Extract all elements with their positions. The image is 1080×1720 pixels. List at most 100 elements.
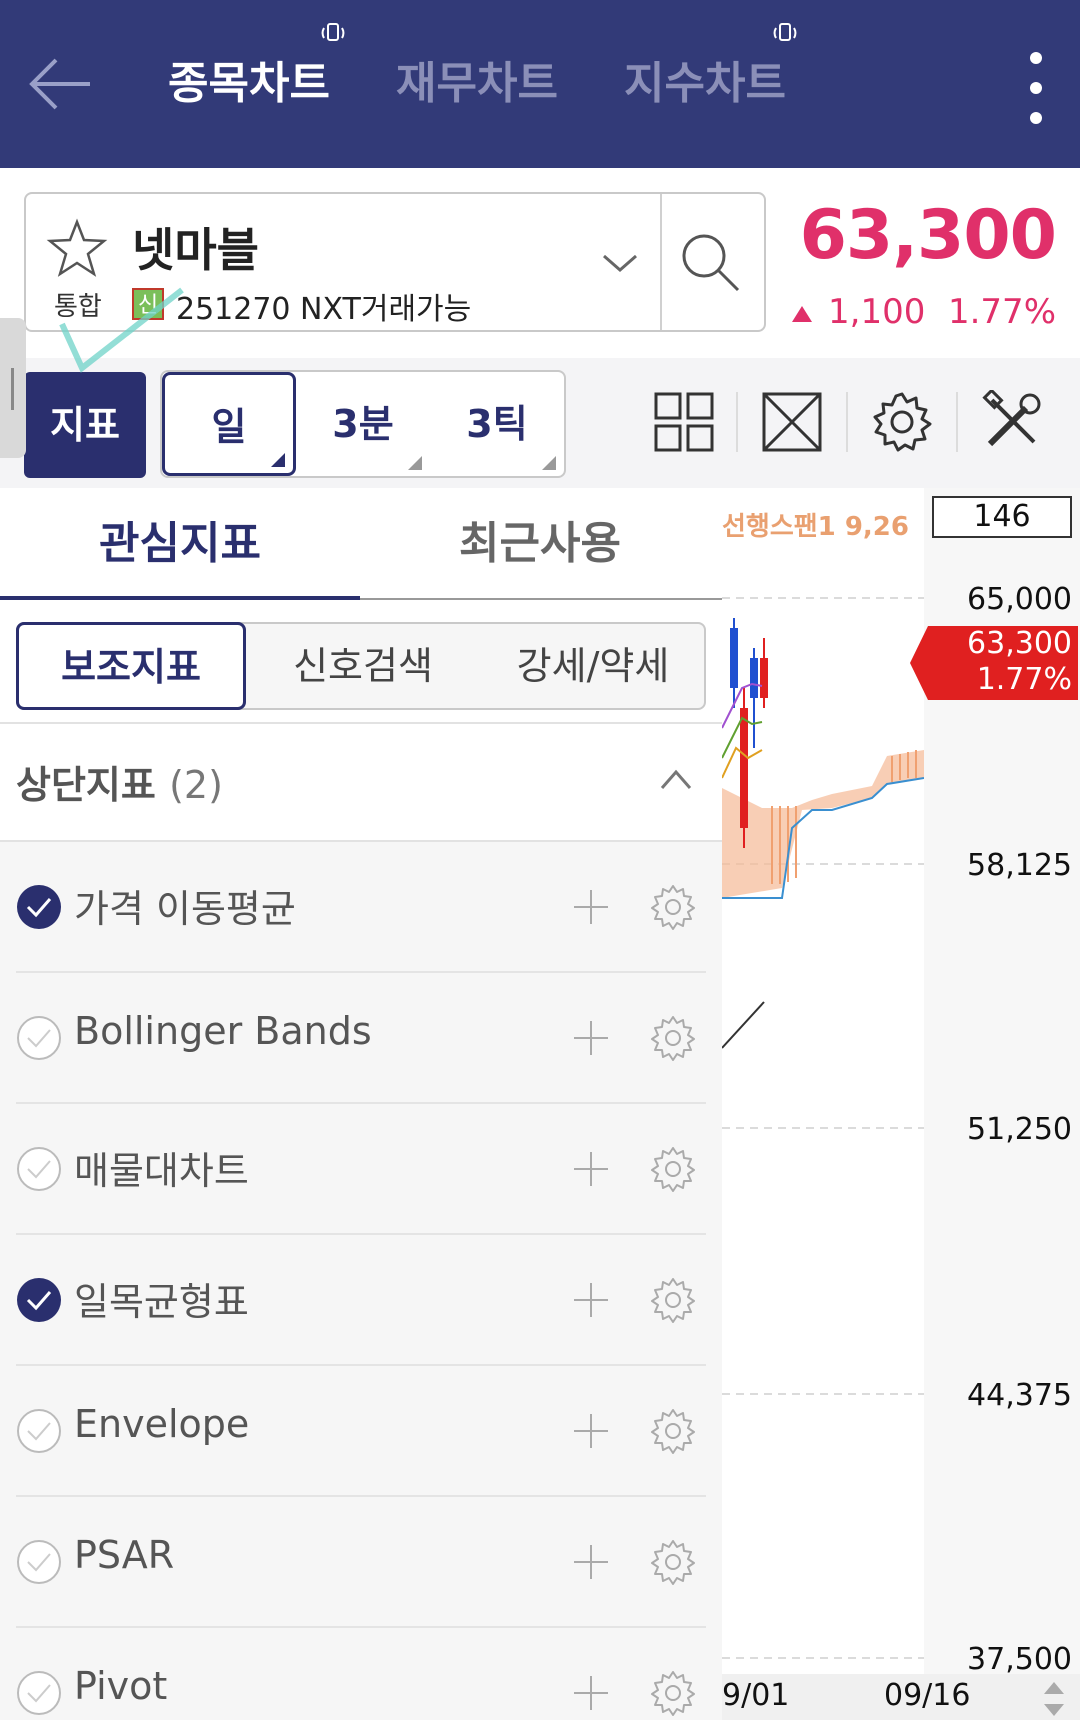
up-triangle-icon xyxy=(792,306,812,322)
unchecked-circle-icon[interactable] xyxy=(16,1408,62,1454)
scroll-arrows-icon[interactable] xyxy=(1040,1680,1068,1718)
plus-icon[interactable] xyxy=(572,1412,610,1450)
back-button[interactable] xyxy=(26,52,96,116)
plus-icon[interactable] xyxy=(572,1019,610,1057)
period-3tick-label: 3틱 xyxy=(466,402,528,446)
chevron-up-icon[interactable] xyxy=(656,764,696,794)
current-price-tag: 63,300 1.77% xyxy=(910,626,1078,700)
indicator-label: 가격 이동평균 xyxy=(74,887,296,931)
date-axis: 9/01 09/16 xyxy=(722,1674,1080,1720)
indicator-row[interactable]: Pivot xyxy=(16,1628,706,1720)
indicator-label: Pivot xyxy=(74,1664,168,1708)
indicator-row[interactable]: Bollinger Bands xyxy=(16,973,706,1104)
settings-icon[interactable] xyxy=(870,390,934,454)
checked-circle-icon[interactable] xyxy=(16,884,62,930)
unchecked-circle-icon[interactable] xyxy=(16,1539,62,1585)
more-dot-icon xyxy=(1030,82,1042,94)
plus-icon[interactable] xyxy=(572,1281,610,1319)
price-axis-label: 44,375 xyxy=(967,1378,1072,1413)
vibration-sync-icon xyxy=(773,23,797,41)
gear-icon[interactable] xyxy=(650,1670,696,1716)
current-price-tag-percent: 1.77% xyxy=(976,662,1072,697)
period-day-label: 일 xyxy=(211,405,247,449)
indicator-label: Bollinger Bands xyxy=(74,1009,372,1053)
gear-icon[interactable] xyxy=(650,1015,696,1061)
price-axis-label: 51,250 xyxy=(967,1112,1072,1147)
date-axis-label: 09/16 xyxy=(884,1678,971,1713)
divider xyxy=(660,194,662,330)
gear-icon[interactable] xyxy=(650,1277,696,1323)
indicator-row[interactable]: Envelope xyxy=(16,1366,706,1497)
gear-icon[interactable] xyxy=(650,1146,696,1192)
corner-indicator-icon xyxy=(542,456,556,470)
indicator-label: Envelope xyxy=(74,1402,250,1446)
more-dot-icon xyxy=(1030,112,1042,124)
indicator-row[interactable]: 가격 이동평균 xyxy=(16,842,706,973)
category-segment-wrap: 보조지표 신호검색 강세/약세 xyxy=(0,600,722,724)
section-title: 상단지표 (2) xyxy=(16,754,223,809)
trend-line[interactable] xyxy=(722,1001,765,1049)
segment-strength-weakness[interactable]: 강세/약세 xyxy=(478,624,708,708)
plus-icon[interactable] xyxy=(572,888,610,926)
tools-icon[interactable] xyxy=(980,390,1044,454)
tab-index-chart[interactable]: 지수차트 xyxy=(624,56,786,112)
unchecked-circle-icon[interactable] xyxy=(16,1670,62,1716)
gear-icon[interactable] xyxy=(650,884,696,930)
plus-icon[interactable] xyxy=(572,1674,610,1712)
price-chart-canvas[interactable] xyxy=(722,488,924,1720)
grid-layout-icon[interactable] xyxy=(652,390,716,454)
toolbar-divider xyxy=(956,392,958,452)
section-count: (2) xyxy=(169,763,223,807)
ichimoku-cloud xyxy=(722,750,924,898)
segment-auxiliary-indicators[interactable]: 보조지표 xyxy=(16,622,246,710)
tab-recently-used[interactable]: 최근사용 xyxy=(360,488,720,600)
category-segment: 보조지표 신호검색 강세/약세 xyxy=(16,622,706,710)
toolbar-divider xyxy=(736,392,738,452)
drawer-handle[interactable] xyxy=(0,318,26,458)
period-selector: 일 3분 3틱 xyxy=(160,370,566,478)
segment-signal-search[interactable]: 신호검색 xyxy=(248,624,478,708)
checked-circle-icon[interactable] xyxy=(16,1277,62,1323)
section-header-top-indicators[interactable]: 상단지표 (2) xyxy=(0,724,722,842)
section-title-text: 상단지표 xyxy=(16,763,156,807)
plus-icon[interactable] xyxy=(572,1543,610,1581)
more-dot-icon xyxy=(1030,52,1042,64)
corner-indicator-icon xyxy=(271,453,285,467)
current-price-tag-value: 63,300 xyxy=(967,626,1072,661)
search-icon[interactable] xyxy=(676,228,746,298)
price-axis-label: 58,125 xyxy=(967,848,1072,883)
tab-financial-chart[interactable]: 재무차트 xyxy=(396,56,558,112)
tab-favorite-indicators[interactable]: 관심지표 xyxy=(0,488,360,600)
indicator-label: 일목균형표 xyxy=(74,1280,249,1324)
gear-icon[interactable] xyxy=(650,1408,696,1454)
top-navigation-bar: 종목차트 재무차트 지수차트 xyxy=(0,0,1080,168)
indicator-panel: 관심지표 최근사용 보조지표 신호검색 강세/약세 상단지표 (2) 가격 이동… xyxy=(0,488,722,1720)
fullscreen-icon[interactable] xyxy=(760,390,824,454)
back-arrow-icon xyxy=(29,58,90,110)
stock-code: 251270 NXT거래가능 xyxy=(176,292,472,327)
period-3min-label: 3분 xyxy=(332,402,394,446)
period-3tick-button[interactable]: 3틱 xyxy=(430,372,564,476)
indicator-row[interactable]: PSAR xyxy=(16,1497,706,1628)
handle-grip xyxy=(11,368,14,410)
indicator-label: 매물대차트 xyxy=(74,1149,249,1193)
crosshair-value-box: 146 xyxy=(932,496,1072,538)
panel-tabs: 관심지표 최근사용 xyxy=(0,488,722,600)
indicator-row[interactable]: 일목균형표 xyxy=(16,1235,706,1366)
vibration-sync-icon xyxy=(321,23,345,41)
favorite-star-icon[interactable] xyxy=(46,218,108,278)
indicator-label: PSAR xyxy=(74,1533,175,1577)
unchecked-circle-icon[interactable] xyxy=(16,1015,62,1061)
period-day-button[interactable]: 일 xyxy=(162,372,296,476)
period-3min-button[interactable]: 3분 xyxy=(296,372,430,476)
price-change: 1,100 xyxy=(828,292,926,332)
unchecked-circle-icon[interactable] xyxy=(16,1146,62,1192)
price-axis-label: 65,000 xyxy=(967,582,1072,617)
gear-icon[interactable] xyxy=(650,1539,696,1585)
tab-stock-chart[interactable]: 종목차트 xyxy=(168,56,330,112)
chevron-down-icon[interactable] xyxy=(600,250,640,276)
plus-icon[interactable] xyxy=(572,1150,610,1188)
indicator-row[interactable]: 매물대차트 xyxy=(16,1104,706,1235)
more-menu-button[interactable] xyxy=(1016,48,1056,128)
price-axis-label: 37,500 xyxy=(967,1642,1072,1677)
